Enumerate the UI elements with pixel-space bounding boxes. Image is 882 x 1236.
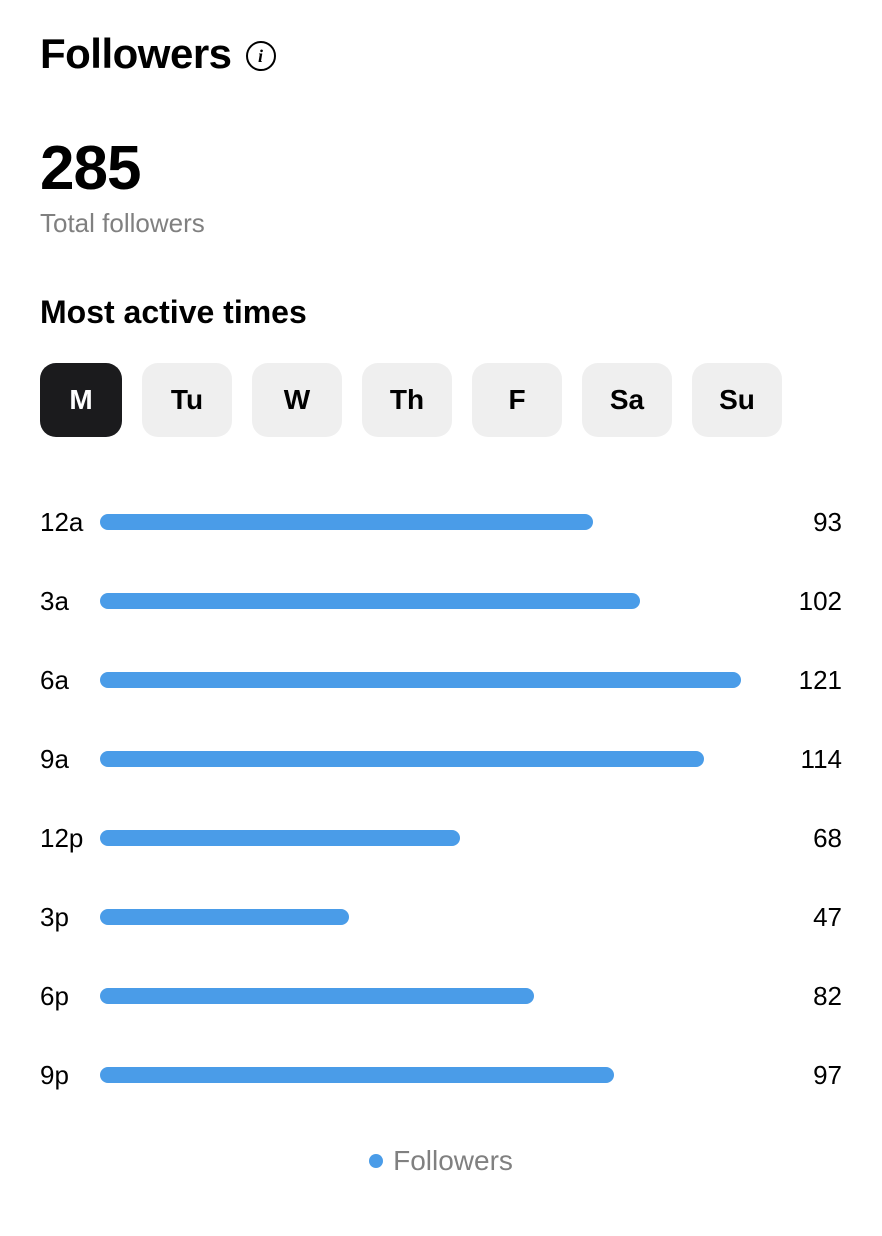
bar-value: 47 <box>782 902 842 933</box>
bar-track <box>100 1067 762 1083</box>
bar-fill <box>100 751 704 767</box>
page-header: Followers i <box>40 30 842 78</box>
bar-track <box>100 909 762 925</box>
bar-track <box>100 988 762 1004</box>
page-title: Followers <box>40 30 232 78</box>
chart-row: 9p 97 <box>40 1060 842 1090</box>
bar-fill <box>100 1067 614 1083</box>
bar-track <box>100 672 762 688</box>
legend-dot-icon <box>369 1154 383 1168</box>
day-tabs: M Tu W Th F Sa Su <box>40 363 842 437</box>
bar-value: 82 <box>782 981 842 1012</box>
bar-fill <box>100 593 640 609</box>
info-icon[interactable]: i <box>246 41 276 71</box>
bar-fill <box>100 909 349 925</box>
bar-track <box>100 514 762 530</box>
bar-fill <box>100 988 534 1004</box>
chart-row: 9a 114 <box>40 744 842 774</box>
day-tab-sunday[interactable]: Su <box>692 363 782 437</box>
day-tab-thursday[interactable]: Th <box>362 363 452 437</box>
day-tab-monday[interactable]: M <box>40 363 122 437</box>
bar-fill <box>100 514 593 530</box>
day-tab-friday[interactable]: F <box>472 363 562 437</box>
bar-track <box>100 593 762 609</box>
bar-value: 114 <box>782 744 842 775</box>
time-label: 3p <box>40 902 100 933</box>
time-label: 3a <box>40 586 100 617</box>
chart-row: 6a 121 <box>40 665 842 695</box>
time-label: 6p <box>40 981 100 1012</box>
day-tab-wednesday[interactable]: W <box>252 363 342 437</box>
bar-track <box>100 751 762 767</box>
followers-total: 285 Total followers <box>40 138 842 239</box>
bar-value: 102 <box>782 586 842 617</box>
section-title: Most active times <box>40 294 842 331</box>
legend-label: Followers <box>393 1145 513 1177</box>
followers-count-label: Total followers <box>40 208 842 239</box>
bar-value: 97 <box>782 1060 842 1091</box>
time-label: 9p <box>40 1060 100 1091</box>
time-label: 12p <box>40 823 100 854</box>
time-label: 12a <box>40 507 100 538</box>
bar-value: 121 <box>782 665 842 696</box>
active-times-chart: 12a 93 3a 102 6a 121 9a 114 12p 68 3p 47 6p 82 9p 97 <box>40 507 842 1090</box>
bar-fill <box>100 830 460 846</box>
day-tab-tuesday[interactable]: Tu <box>142 363 232 437</box>
chart-legend: Followers <box>40 1145 842 1177</box>
bar-value: 93 <box>782 507 842 538</box>
time-label: 9a <box>40 744 100 775</box>
chart-row: 12a 93 <box>40 507 842 537</box>
followers-count: 285 <box>40 138 842 200</box>
chart-row: 3p 47 <box>40 902 842 932</box>
chart-row: 12p 68 <box>40 823 842 853</box>
bar-value: 68 <box>782 823 842 854</box>
chart-row: 6p 82 <box>40 981 842 1011</box>
chart-row: 3a 102 <box>40 586 842 616</box>
bar-track <box>100 830 762 846</box>
bar-fill <box>100 672 741 688</box>
day-tab-saturday[interactable]: Sa <box>582 363 672 437</box>
time-label: 6a <box>40 665 100 696</box>
